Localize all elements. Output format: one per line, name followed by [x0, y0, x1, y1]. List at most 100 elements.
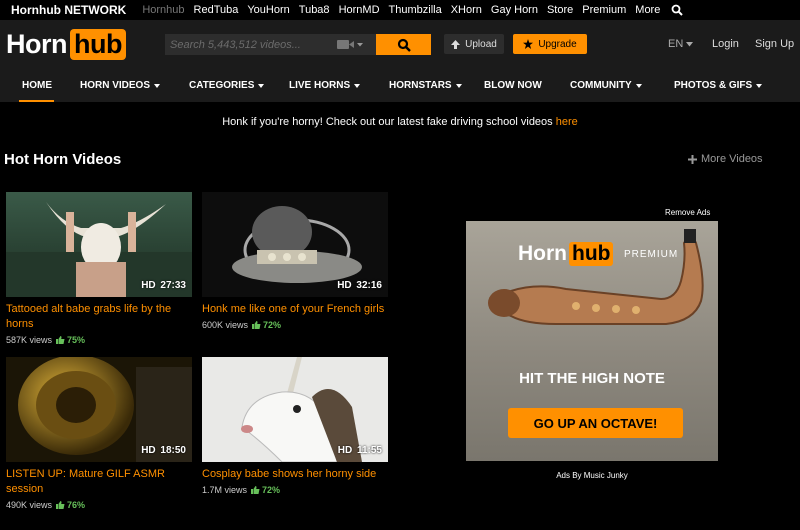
more-videos-label: More Videos [701, 153, 763, 165]
video-meta: 1.7M views 72% [202, 485, 388, 495]
caret-down-icon [756, 83, 763, 88]
network-link-hornmd[interactable]: HornMD [339, 4, 380, 16]
main-nav: HOME HORN VIDEOS CATEGORIES LIVE HORNS H… [0, 68, 800, 102]
rating-value: 75% [67, 335, 86, 345]
caret-down-icon [455, 83, 462, 88]
video-views: 600K views [202, 320, 249, 330]
logo-text-right: hub [70, 29, 126, 60]
network-brand[interactable]: Hornhub NETWORK [11, 3, 126, 17]
upgrade-button[interactable]: Upgrade [513, 34, 587, 54]
caret-down-icon [354, 83, 361, 88]
network-link-xhorn[interactable]: XHorn [451, 4, 482, 16]
upload-label: Upload [465, 38, 497, 50]
video-meta: 587K views 75% [6, 335, 192, 345]
duration-text: 11:55 [356, 445, 382, 456]
rating-value: 72% [262, 485, 281, 495]
video-thumbnail[interactable]: HD 32:16 [202, 192, 388, 297]
video-rating: 72% [251, 485, 280, 495]
hd-badge: HD [337, 445, 353, 456]
video-thumbnail[interactable]: HD 18:50 [6, 357, 192, 462]
nav-item-label: CATEGORIES [189, 80, 255, 91]
video-rating: 72% [252, 320, 281, 330]
network-link-tuba8[interactable]: Tuba8 [299, 4, 330, 16]
video-card[interactable]: HD 27:33 Tattooed alt babe grabs life by… [6, 192, 192, 345]
hd-badge: HD [337, 280, 352, 291]
thumbs-up-icon [56, 501, 65, 509]
nav-item-blow-now[interactable]: BLOW NOW [484, 80, 542, 91]
upload-button[interactable]: Upload [444, 34, 504, 54]
nav-item-live-horns[interactable]: LIVE HORNS [289, 80, 361, 91]
network-bar: Hornhub NETWORK Hornhub RedTuba YouHorn … [0, 0, 800, 20]
nav-item-label: LIVE HORNS [289, 80, 351, 91]
nav-item-label: HORN VIDEOS [80, 80, 151, 91]
signup-link[interactable]: Sign Up [755, 38, 794, 50]
nav-item-categories[interactable]: CATEGORIES [189, 80, 265, 91]
announcement-link[interactable]: here [556, 116, 578, 128]
thumbs-up-icon [251, 486, 260, 494]
nav-item-home[interactable]: HOME [22, 80, 52, 91]
video-duration: HD 18:50 [141, 445, 186, 456]
ad-logo-right: hub [569, 242, 614, 266]
plus-icon [688, 154, 697, 164]
language-selector[interactable]: EN [668, 38, 694, 50]
thumbs-up-icon [252, 321, 261, 329]
video-title[interactable]: Honk me like one of your French girls [202, 302, 388, 317]
video-title[interactable]: Cosplay babe shows her horny side [202, 467, 388, 482]
star-icon [523, 39, 534, 49]
chevron-down-icon [686, 41, 694, 46]
login-link[interactable]: Login [712, 38, 739, 50]
more-videos-link[interactable]: More Videos [688, 153, 763, 165]
search-bar [165, 34, 431, 55]
video-duration: HD 27:33 [141, 280, 186, 291]
network-link-more[interactable]: More [635, 4, 660, 16]
video-card[interactable]: HD 11:55 Cosplay babe shows her horny si… [202, 357, 388, 495]
video-card[interactable]: HD 18:50 LISTEN UP: Mature GILF ASMR ses… [6, 357, 192, 510]
video-title[interactable]: LISTEN UP: Mature GILF ASMR session [6, 467, 192, 497]
nav-item-horn-videos[interactable]: HORN VIDEOS [80, 80, 161, 91]
nav-item-label: HOME [22, 80, 52, 91]
network-link-redtuba[interactable]: RedTuba [194, 4, 239, 16]
nav-item-photos-gifs[interactable]: PHOTOS & GIFS [674, 80, 763, 91]
ad-cta-button[interactable]: GO UP AN OCTAVE! [508, 408, 683, 438]
nav-item-label: HORNSTARS [389, 80, 452, 91]
ad-logo-left: Horn [518, 242, 567, 265]
video-thumbnail[interactable]: HD 27:33 [6, 192, 192, 297]
video-title[interactable]: Tattooed alt babe grabs life by the horn… [6, 302, 192, 332]
network-link-store[interactable]: Store [547, 4, 573, 16]
nav-item-community[interactable]: COMMUNITY [570, 80, 642, 91]
video-views: 490K views [6, 500, 53, 510]
search-button[interactable] [376, 34, 431, 55]
video-views: 1.7M views [202, 485, 248, 495]
hd-badge: HD [141, 445, 156, 456]
network-link-thumbzilla[interactable]: Thumbzilla [389, 4, 442, 16]
video-thumbnail[interactable]: HD 11:55 [202, 357, 388, 462]
video-duration: HD 11:55 [338, 445, 382, 456]
upgrade-label: Upgrade [538, 38, 577, 50]
search-icon[interactable] [671, 4, 684, 16]
video-card[interactable]: HD 32:16 Honk me like one of your French… [202, 192, 388, 330]
video-duration: HD 32:16 [337, 280, 382, 291]
video-meta: 490K views 76% [6, 500, 192, 510]
ad-premium-label: PREMIUM [624, 249, 679, 260]
site-logo[interactable]: Horn hub [6, 28, 126, 61]
site-header: Horn hub Upload Upgrade EN Login Sign Up [0, 20, 800, 68]
active-nav-indicator [19, 100, 54, 102]
announcement-text: Honk if you're horny! Check out our late… [222, 116, 556, 128]
video-camera-icon[interactable] [335, 37, 365, 52]
ad-credit: Ads By Music Junky [556, 471, 628, 480]
caret-down-icon [258, 83, 265, 88]
remove-ads-link[interactable]: Remove Ads [665, 208, 710, 217]
video-views: 587K views [6, 335, 53, 345]
ad-headline: HIT THE HIGH NOTE [519, 370, 665, 387]
advertisement[interactable]: Horn hub PREMIUM HIT THE HIGH NOTE GO UP… [466, 221, 718, 461]
ad-logo: Horn hub [518, 242, 614, 266]
video-rating: 75% [56, 335, 85, 345]
nav-item-label: PHOTOS & GIFS [674, 80, 753, 91]
nav-item-hornstars[interactable]: HORNSTARS [389, 80, 462, 91]
network-link-youhorn[interactable]: YouHorn [247, 4, 289, 16]
thumbs-up-icon [56, 336, 65, 344]
network-link-gayhorn[interactable]: Gay Horn [491, 4, 538, 16]
network-link-premium[interactable]: Premium [582, 4, 626, 16]
network-link-hornhub[interactable]: Hornhub [142, 4, 184, 16]
video-rating: 76% [56, 500, 85, 510]
